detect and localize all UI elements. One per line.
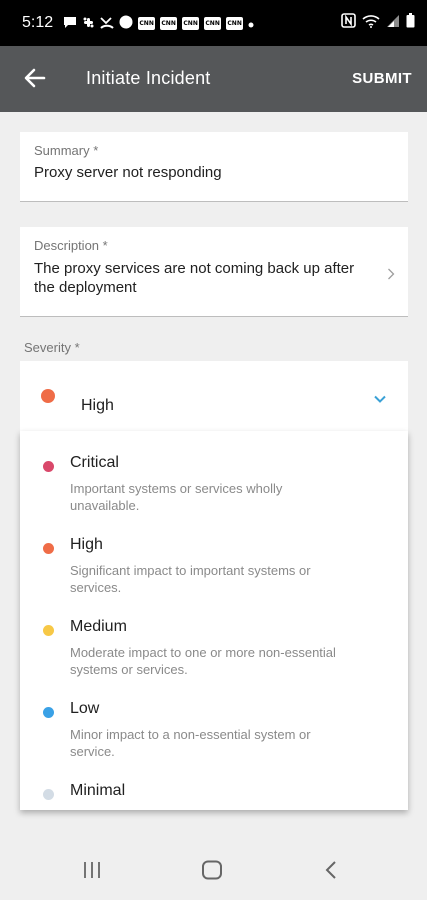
option-title: High [70, 536, 103, 553]
medium-dot [43, 625, 54, 636]
cnn-icon: CNN [182, 16, 200, 30]
option-description: service. [70, 744, 115, 759]
high-dot [43, 543, 54, 554]
system-icons [341, 13, 415, 33]
battery-icon [406, 13, 415, 33]
severity-option-minimal[interactable]: Minimal [20, 775, 408, 810]
selected-severity-dot [41, 389, 55, 403]
summary-field[interactable]: Summary * Proxy server not responding [20, 132, 408, 202]
severity-option-high[interactable]: High Significant impact to important sys… [20, 529, 408, 609]
submit-button[interactable]: SUBMIT [352, 70, 412, 87]
cnn-icon: CNN [160, 16, 178, 30]
option-title: Medium [70, 618, 127, 635]
description-field[interactable]: Description * The proxy services are not… [20, 227, 408, 317]
option-description: Moderate impact to one or more non-essen… [70, 645, 336, 660]
missed-call-icon [100, 16, 114, 31]
notification-icons: CNN CNN CNN CNN CNN [63, 15, 341, 31]
cnn-icon: CNN [138, 16, 156, 30]
severity-option-low[interactable]: Low Minor impact to a non-essential syst… [20, 693, 408, 773]
status-bar: 5:12 CNN CNN CNN CNN CNN [0, 0, 427, 46]
cnn-icon: CNN [226, 16, 244, 30]
back-arrow-icon[interactable] [22, 65, 48, 91]
option-description: Important systems or services wholly [70, 481, 283, 496]
circle-icon [119, 15, 133, 31]
low-dot [43, 707, 54, 718]
description-line-2: the deployment [34, 279, 137, 296]
option-description: Significant impact to important systems … [70, 563, 311, 578]
page-title: Initiate Incident [86, 68, 211, 88]
option-description: Minor impact to a non-essential system o… [70, 727, 311, 742]
app-bar: Initiate Incident SUBMIT [0, 46, 427, 112]
chevron-right-icon [387, 267, 395, 285]
critical-dot [43, 461, 54, 472]
option-title: Critical [70, 454, 119, 471]
cnn-icon: CNN [204, 16, 222, 30]
home-icon[interactable] [201, 860, 223, 885]
option-title: Minimal [70, 782, 126, 799]
severity-option-medium[interactable]: Medium Moderate impact to one or more no… [20, 611, 408, 691]
severity-select[interactable]: High [20, 361, 408, 431]
navigation-bar [0, 840, 427, 900]
slack-icon [82, 16, 95, 31]
option-title: Low [70, 700, 100, 717]
summary-value: Proxy server not responding [34, 164, 222, 181]
recent-apps-icon[interactable] [82, 861, 102, 884]
signal-icon [386, 14, 400, 33]
description-label: Description * [34, 238, 108, 253]
wifi-icon [362, 14, 380, 33]
minimal-dot [43, 789, 54, 800]
summary-label: Summary * [34, 143, 99, 158]
chevron-down-icon[interactable] [374, 390, 386, 408]
description-line-1: The proxy services are not coming back u… [34, 260, 355, 277]
selected-severity-value: High [81, 397, 114, 414]
message-icon [63, 16, 77, 31]
severity-dropdown: Critical Important systems or services w… [20, 431, 408, 810]
status-time: 5:12 [22, 14, 54, 31]
back-nav-icon[interactable] [324, 860, 338, 885]
option-description: services. [70, 580, 122, 595]
dot-icon [248, 17, 254, 30]
severity-option-critical[interactable]: Critical Important systems or services w… [20, 447, 408, 527]
nfc-icon [341, 13, 356, 33]
severity-label: Severity * [24, 340, 80, 355]
option-description: systems or services. [70, 662, 188, 677]
option-description: unavailable. [70, 498, 140, 513]
